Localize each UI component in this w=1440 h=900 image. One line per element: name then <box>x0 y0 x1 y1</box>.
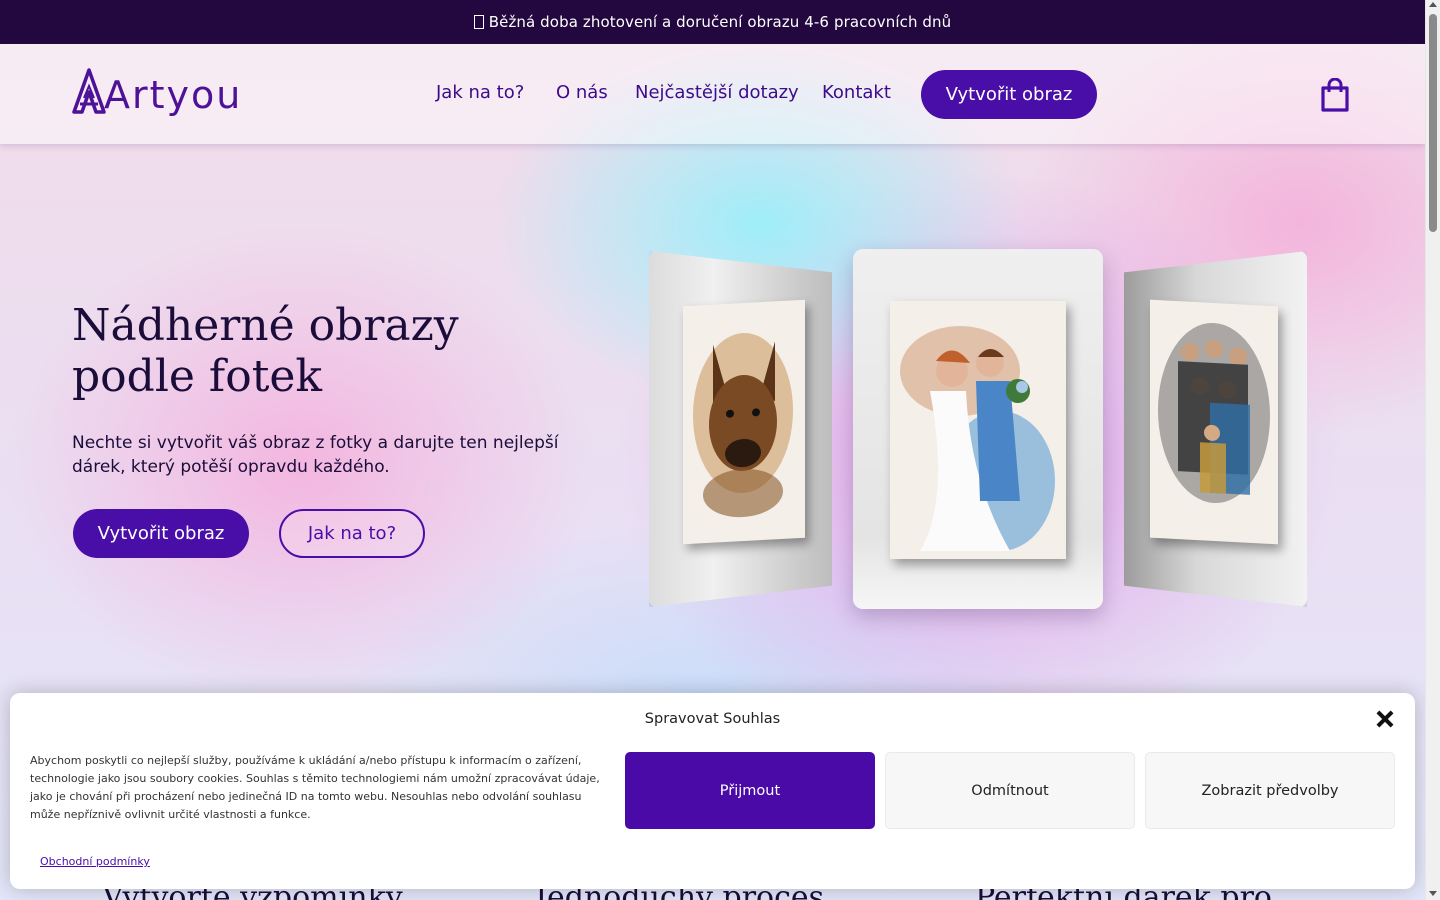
scroll-down-icon[interactable] <box>1429 891 1437 896</box>
create-painting-nav-button[interactable]: Vytvořit obraz <box>921 70 1097 119</box>
main-nav: Jak na to? O nás Nejčastější dotazy Kont… <box>0 70 1425 118</box>
how-to-button[interactable]: Jak na to? <box>279 509 425 558</box>
family-painting-image <box>1158 322 1270 504</box>
family-portrait-canvas <box>1150 299 1278 545</box>
deny-button[interactable]: Odmítnout <box>885 752 1135 829</box>
site-header: Artyou Jak na to? O nás Nejčastější dota… <box>0 44 1425 144</box>
page-scrollbar[interactable] <box>1425 0 1440 900</box>
nav-link-how[interactable]: Jak na to? <box>436 82 524 103</box>
hero-title-line1: Nádherné obrazy <box>72 300 459 351</box>
announcement-text: Běžná doba zhotovení a doručení obrazu 4… <box>488 13 952 31</box>
wedding-portrait-card <box>853 249 1103 609</box>
wedding-couple-canvas <box>890 301 1066 559</box>
shopping-bag-icon[interactable] <box>1320 78 1350 112</box>
hero-title: Nádherné obrazy podle fotek <box>72 300 592 402</box>
unknown-glyph-icon: ? <box>473 15 484 29</box>
family-portrait-card <box>1124 251 1307 607</box>
announcement-bar: ? Běžná doba zhotovení a doručení obrazu… <box>0 0 1425 44</box>
consent-text: Abychom poskytli co nejlepší služby, pou… <box>30 754 600 821</box>
hero-title-line2: podle fotek <box>72 351 323 402</box>
cookie-consent-dialog: Spravovat Souhlas Abychom poskytli co ne… <box>10 693 1415 889</box>
scrollbar-thumb[interactable] <box>1429 14 1437 232</box>
dog-portrait-canvas <box>683 299 805 545</box>
create-painting-button[interactable]: Vytvořit obraz <box>73 509 249 558</box>
consent-title: Spravovat Souhlas <box>644 711 781 727</box>
dog-painting-image <box>693 333 793 518</box>
hero-subtitle: Nechte si vytvořit váš obraz z fotky a d… <box>72 433 559 477</box>
nav-link-contact[interactable]: Kontakt <box>822 82 891 103</box>
dog-portrait-card <box>649 251 832 607</box>
nav-link-about[interactable]: O nás <box>556 82 608 103</box>
close-icon[interactable] <box>1376 710 1394 728</box>
wedding-painting-image <box>900 326 1055 551</box>
scroll-up-icon[interactable] <box>1429 2 1437 7</box>
terms-link[interactable]: Obchodní podmínky <box>40 855 150 868</box>
nav-link-faq[interactable]: Nejčastější dotazy <box>635 82 799 103</box>
accept-button[interactable]: Přijmout <box>625 752 875 829</box>
preferences-button[interactable]: Zobrazit předvolby <box>1145 752 1395 829</box>
